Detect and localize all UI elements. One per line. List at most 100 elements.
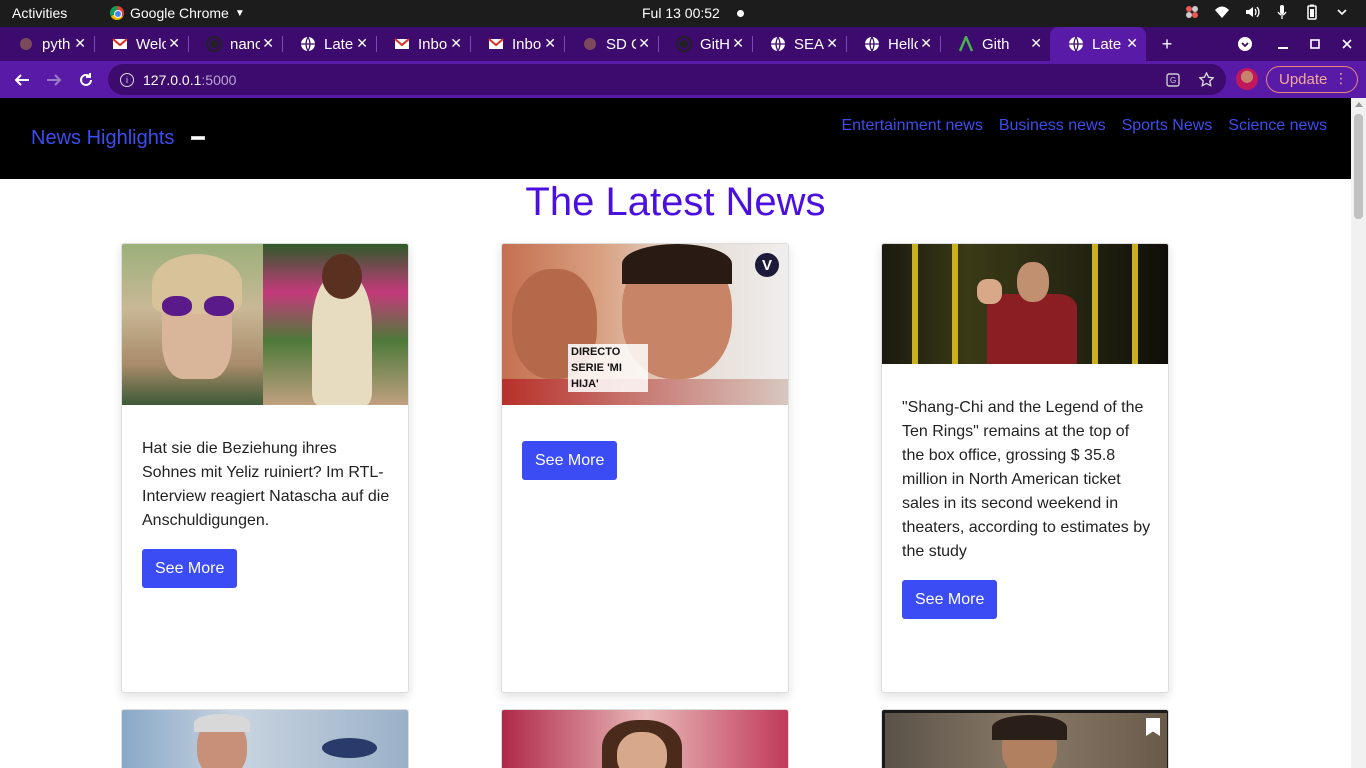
reload-button[interactable] bbox=[73, 67, 99, 93]
news-image[interactable]: DIRECTO SERIE 'MI HIJA' V bbox=[502, 244, 788, 405]
browser-tab[interactable]: Late ✕ bbox=[282, 27, 376, 61]
news-image[interactable] bbox=[882, 244, 1168, 364]
site-brand[interactable]: News Highlights bbox=[31, 127, 174, 150]
nav-link-science[interactable]: Science news bbox=[1228, 117, 1327, 135]
page-title: The Latest News bbox=[525, 180, 826, 224]
navbar-toggler-icon[interactable] bbox=[191, 136, 205, 140]
browser-tab[interactable]: GitH ✕ bbox=[658, 27, 752, 61]
activities-button[interactable]: Activities bbox=[12, 5, 67, 21]
browser-tab[interactable]: SEAI✕ bbox=[752, 27, 846, 61]
caret-down-icon: ▼ bbox=[234, 7, 245, 19]
nav-link-entertainment[interactable]: Entertainment news bbox=[841, 117, 982, 135]
browser-tab[interactable]: SD C✕ bbox=[564, 27, 658, 61]
tab-close-icon[interactable]: ✕ bbox=[732, 35, 744, 52]
tab-close-icon[interactable]: ✕ bbox=[74, 35, 86, 52]
arrow-right-icon bbox=[47, 74, 62, 86]
nav-links: Entertainment news Business news Sports … bbox=[841, 117, 1327, 135]
power-menu-icon bbox=[1337, 9, 1347, 16]
tab-title: GitH bbox=[700, 35, 730, 53]
see-more-button[interactable]: See More bbox=[902, 580, 998, 619]
news-description: Hat sie die Beziehung ihres Sohnes mit Y… bbox=[142, 440, 390, 529]
image-caption: DIRECTO SERIE 'MI HIJA' bbox=[568, 344, 648, 392]
tab-title: Hello bbox=[888, 35, 918, 53]
tab-title: nanc bbox=[230, 35, 260, 53]
tab-close-icon[interactable]: ✕ bbox=[356, 35, 368, 52]
tab-close-icon[interactable]: ✕ bbox=[262, 35, 274, 52]
globe-icon bbox=[770, 36, 786, 52]
clock[interactable]: Ful 13 00:52 bbox=[642, 5, 720, 21]
app-menu[interactable]: Google Chrome ▼ bbox=[110, 5, 245, 21]
tab-title: Gith bbox=[982, 35, 1010, 53]
update-button[interactable]: Update ⋮ bbox=[1266, 66, 1358, 93]
news-image[interactable] bbox=[882, 710, 1168, 768]
arrow-left-icon bbox=[14, 74, 29, 86]
url-host: 127.0.0.1 bbox=[143, 71, 202, 88]
generic-icon bbox=[582, 36, 598, 52]
back-button[interactable] bbox=[9, 67, 35, 93]
scrollbar-thumb[interactable] bbox=[1354, 114, 1363, 219]
see-more-button[interactable]: See More bbox=[522, 441, 618, 480]
news-card: "Shang-Chi and the Legend of the Ten Rin… bbox=[881, 243, 1169, 693]
browser-tab[interactable]: Inbo ✕ bbox=[470, 27, 564, 61]
minimize-button[interactable] bbox=[1268, 27, 1298, 61]
close-window-button[interactable] bbox=[1332, 27, 1362, 61]
new-tab-button[interactable]: + bbox=[1152, 27, 1182, 61]
battery-icon bbox=[1307, 4, 1317, 20]
site-info-icon[interactable]: i bbox=[120, 72, 134, 87]
gmail-icon bbox=[394, 36, 410, 52]
tab-title: SD C bbox=[606, 35, 636, 53]
chevron-down-icon bbox=[1238, 37, 1252, 51]
see-more-button[interactable]: See More bbox=[142, 549, 238, 588]
nav-link-business[interactable]: Business news bbox=[999, 117, 1106, 135]
tab-close-icon[interactable]: ✕ bbox=[1030, 35, 1042, 52]
tab-close-icon[interactable]: ✕ bbox=[450, 35, 462, 52]
browser-tab[interactable]: Inbo ✕ bbox=[376, 27, 470, 61]
generic-icon bbox=[18, 36, 34, 52]
tab-close-icon[interactable]: ✕ bbox=[826, 35, 838, 52]
tab-search-button[interactable] bbox=[1230, 27, 1260, 61]
globe-icon bbox=[1068, 36, 1084, 52]
forward-button[interactable] bbox=[41, 67, 67, 93]
globe-icon bbox=[300, 36, 316, 52]
minimize-icon bbox=[1278, 47, 1288, 49]
site-navbar: News Highlights Entertainment news Busin… bbox=[0, 98, 1351, 179]
browser-tab[interactable]: Late ✕ bbox=[1050, 27, 1146, 61]
tab-title: SEAI bbox=[794, 35, 824, 53]
system-tray[interactable] bbox=[1184, 4, 1350, 20]
tab-close-icon[interactable]: ✕ bbox=[1126, 35, 1138, 52]
browser-tab[interactable]: nanc ✕ bbox=[188, 27, 282, 61]
tab-title: Late bbox=[324, 35, 354, 53]
news-image[interactable] bbox=[122, 244, 408, 405]
tab-title: Welc bbox=[136, 35, 166, 53]
app-menu-label: Google Chrome bbox=[130, 5, 229, 21]
browser-tab[interactable]: Hello✕ bbox=[846, 27, 940, 61]
news-image[interactable] bbox=[502, 710, 788, 768]
tab-close-icon[interactable]: ✕ bbox=[920, 35, 932, 52]
page-viewport: News Highlights Entertainment news Busin… bbox=[0, 98, 1351, 768]
gmail-icon bbox=[112, 36, 128, 52]
browser-tab[interactable]: Gith ✕ bbox=[940, 27, 1050, 61]
news-image[interactable] bbox=[122, 710, 408, 768]
tab-close-icon[interactable]: ✕ bbox=[544, 35, 556, 52]
page-scrollbar[interactable] bbox=[1351, 98, 1366, 768]
browser-tab[interactable]: Welc ✕ bbox=[94, 27, 188, 61]
profile-avatar[interactable] bbox=[1236, 68, 1258, 90]
scroll-up-icon[interactable] bbox=[1355, 102, 1363, 107]
news-description: "Shang-Chi and the Legend of the Ten Rin… bbox=[902, 399, 1151, 560]
address-bar[interactable]: i 127.0.0.1:5000 G bbox=[108, 64, 1226, 95]
maximize-button[interactable] bbox=[1300, 27, 1330, 61]
tab-title: Inbo bbox=[512, 35, 542, 53]
browser-tab[interactable]: pyth ✕ bbox=[0, 27, 94, 61]
tab-close-icon[interactable]: ✕ bbox=[638, 35, 650, 52]
gmail-icon bbox=[488, 36, 504, 52]
github-icon bbox=[206, 36, 222, 52]
kebab-menu-icon[interactable]: ⋮ bbox=[1334, 70, 1348, 87]
maximize-icon bbox=[1310, 39, 1320, 49]
chrome-icon bbox=[110, 6, 124, 20]
close-icon bbox=[1342, 39, 1352, 49]
tab-close-icon[interactable]: ✕ bbox=[168, 35, 180, 52]
github-icon bbox=[676, 36, 692, 52]
bookmark-star-icon[interactable] bbox=[1199, 72, 1214, 87]
translate-icon[interactable]: G bbox=[1166, 73, 1180, 87]
nav-link-sports[interactable]: Sports News bbox=[1122, 117, 1213, 135]
